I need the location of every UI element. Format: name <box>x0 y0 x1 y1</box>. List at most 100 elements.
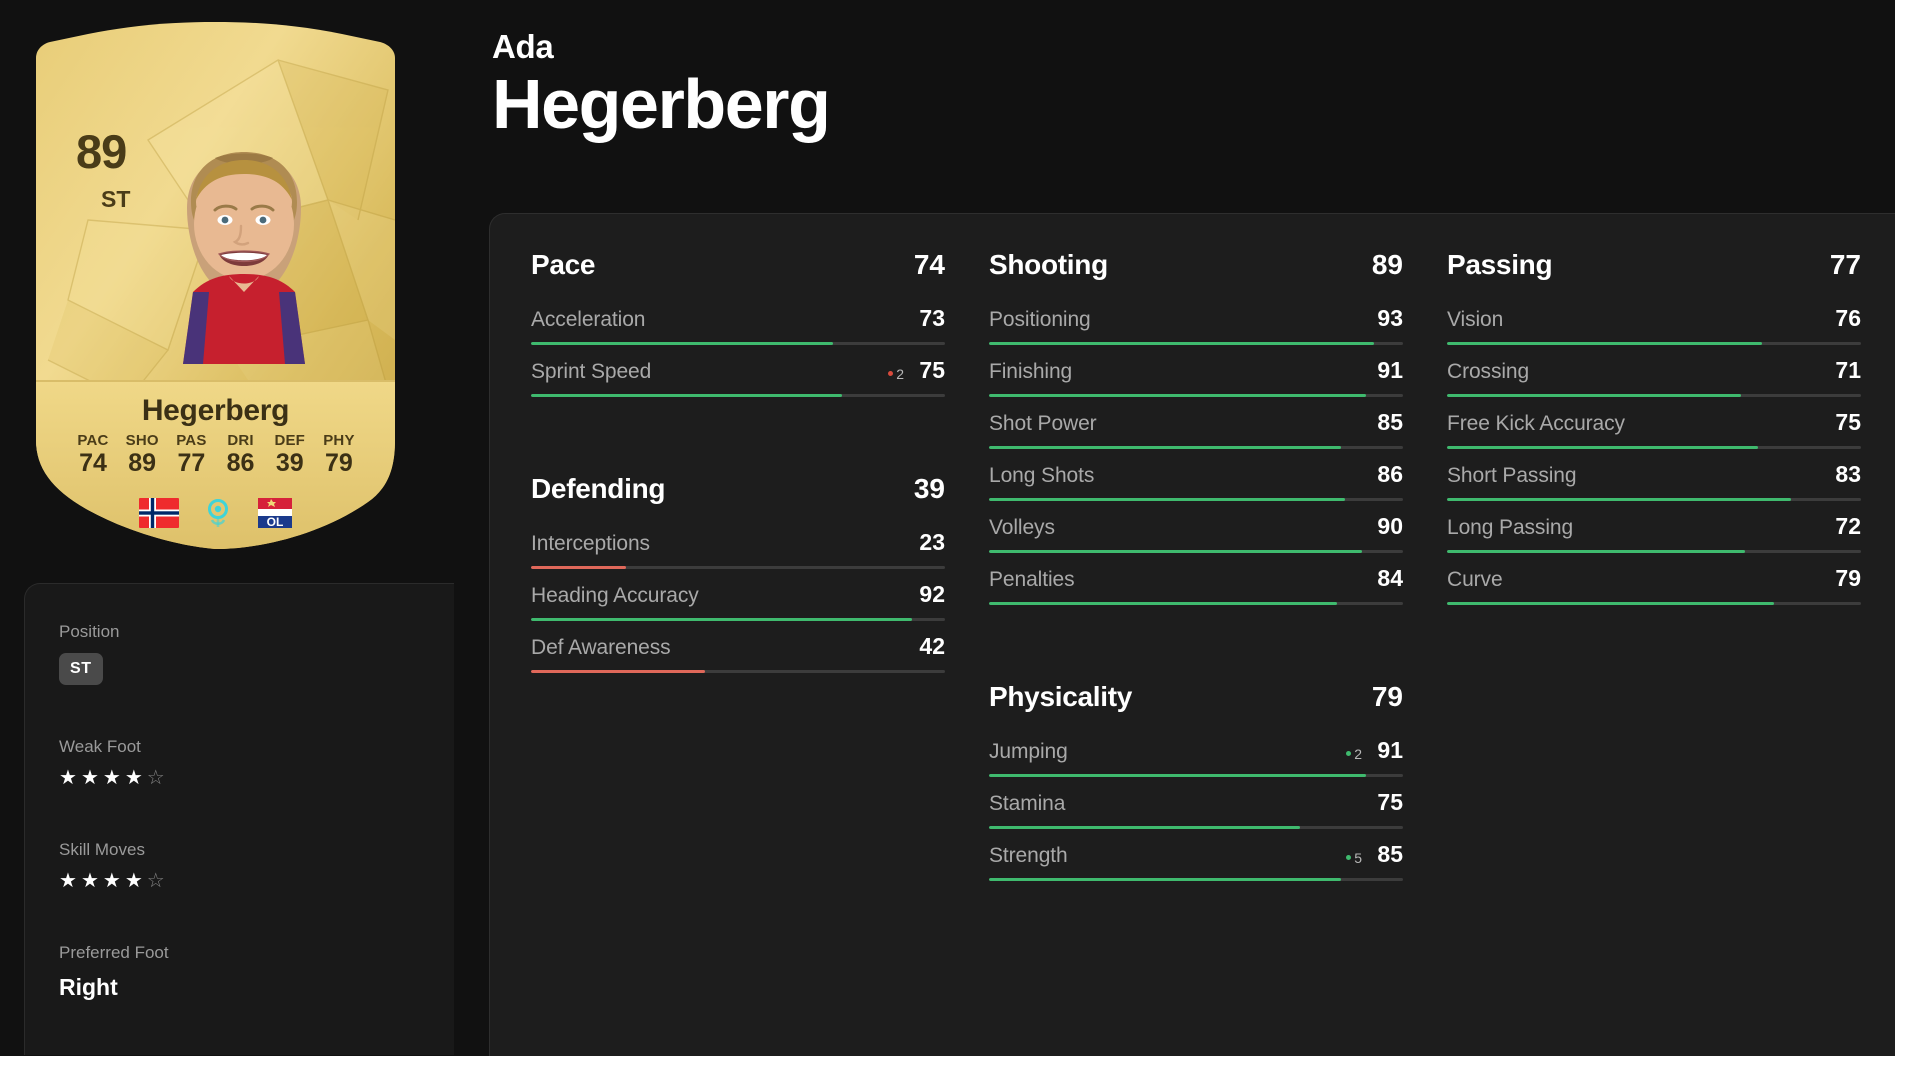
star-filled-icon: ★ <box>102 767 121 789</box>
stat-bar-track <box>531 618 945 621</box>
stat-line: Def Awareness 42 <box>531 633 945 660</box>
position-chip[interactable]: ST <box>59 653 103 685</box>
stat-row: Shot Power 85 <box>989 409 1403 449</box>
stat-value: 76 <box>1835 305 1861 331</box>
stat-line: Long Passing 72 <box>1447 513 1861 540</box>
star-filled-icon: ★ <box>80 767 99 789</box>
delta-dot-icon <box>1346 855 1352 860</box>
stat-value-group: 42 <box>911 633 945 660</box>
stat-value-group: 75 <box>1827 409 1861 436</box>
player-last-name: Hegerberg <box>492 65 831 143</box>
weak-foot-label: Weak Foot <box>59 737 141 756</box>
stat-row: Heading Accuracy 92 <box>531 581 945 621</box>
stat-group-name: Physicality <box>989 681 1133 712</box>
star-filled-icon: ★ <box>124 870 143 892</box>
stat-row: Jumping 2 91 <box>989 737 1403 777</box>
stat-value: 85 <box>1377 409 1403 435</box>
stat-value-group: 72 <box>1827 513 1861 540</box>
stat-value-group: 91 <box>1369 357 1403 384</box>
stat-group-passing: Passing 77 Vision 76 Crossing 71 Free Kick Acc… <box>1447 249 1861 605</box>
stat-value-group: 93 <box>1369 305 1403 332</box>
stat-line: Strength 5 85 <box>989 841 1403 868</box>
stat-row: Strength 5 85 <box>989 841 1403 881</box>
stat-bar-track <box>989 774 1403 777</box>
stat-bar-fill <box>531 618 912 621</box>
stat-group-total: 79 <box>1371 681 1403 712</box>
card-stat-pac: PAC 74 <box>70 432 116 478</box>
stat-row: Acceleration 73 <box>531 305 945 345</box>
stat-bar-track <box>1447 550 1861 553</box>
stat-name: Penalties <box>989 568 1075 591</box>
stat-bar-fill <box>989 550 1362 553</box>
stat-row: Def Awareness 42 <box>531 633 945 673</box>
star-filled-icon: ★ <box>80 870 99 892</box>
skill-moves-block: Skill Moves ★ ★ ★ ★ ☆ <box>59 840 454 891</box>
stat-group-shooting: Shooting 89 Positioning 93 Finishing 91 Shot P… <box>989 249 1403 605</box>
stat-bar-fill <box>1447 498 1791 501</box>
stat-bar-track <box>989 342 1403 345</box>
stat-line: Finishing 91 <box>989 357 1403 384</box>
position-label: Position <box>59 622 120 641</box>
stat-row: Long Shots 86 <box>989 461 1403 501</box>
card-stat-label: SHO <box>125 432 159 449</box>
norway-flag-icon <box>138 498 179 528</box>
stat-group-total: 77 <box>1829 249 1861 280</box>
card-stat-value: 86 <box>226 449 255 478</box>
league-logo-icon <box>201 496 235 530</box>
stat-row: Positioning 93 <box>989 305 1403 345</box>
stat-group-name: Defending <box>531 473 666 504</box>
stat-line: Interceptions 23 <box>531 529 945 556</box>
stat-name: Shot Power <box>989 412 1097 435</box>
ol-club-badge-icon: OL <box>257 496 293 530</box>
star-empty-icon: ☆ <box>146 767 165 789</box>
stat-value: 83 <box>1835 461 1861 487</box>
preferred-foot-block: Preferred Foot Right <box>59 943 454 1001</box>
stat-name: Strength <box>989 844 1068 867</box>
stat-value: 90 <box>1377 513 1403 539</box>
svg-text:OL: OL <box>266 515 283 529</box>
stat-line: Stamina 75 <box>989 789 1403 816</box>
stat-name: Vision <box>1447 308 1504 331</box>
card-stat-value: 79 <box>325 449 353 478</box>
player-attributes-panel: Position ST Weak Foot ★ ★ ★ ★ ☆ Skill Moves … <box>24 583 454 1055</box>
stat-value: 72 <box>1835 513 1861 539</box>
stat-bar-track <box>989 602 1403 605</box>
stat-group-physicality: Physicality 79 Jumping 2 91 Stamina 75 Strength… <box>989 681 1403 881</box>
stat-value-group: 90 <box>1369 513 1403 540</box>
stat-value-group: 84 <box>1369 565 1403 592</box>
player-detail-page: 89 ST Hegerberg PAC 74 SHO 89 PAS 77 DRI 86 DEF 3… <box>0 0 1895 1056</box>
skill-moves-stars: ★ ★ ★ ★ ☆ <box>59 871 454 891</box>
stats-column-2: Shooting 89 Positioning 93 Finishing 91 Shot P… <box>989 249 1403 893</box>
stat-row: Volleys 90 <box>989 513 1403 553</box>
stat-value: 23 <box>919 529 945 555</box>
stat-line: Jumping 2 91 <box>989 737 1403 764</box>
stat-value-group: 2 75 <box>888 357 945 384</box>
stat-bar-fill <box>989 498 1346 501</box>
stat-bar-fill <box>531 394 842 397</box>
stat-bar-fill <box>1447 446 1758 449</box>
player-stats-panel: Pace 74 Acceleration 73 Sprint Speed 2 75 Defen… <box>489 213 1895 1056</box>
stat-value-group: 75 <box>1369 789 1403 816</box>
stat-line: Positioning 93 <box>989 305 1403 332</box>
player-card[interactable]: 89 ST Hegerberg PAC 74 SHO 89 PAS 77 DRI 86 DEF 3… <box>28 20 403 550</box>
stat-name: Positioning <box>989 308 1091 331</box>
stat-delta-down: 2 <box>888 367 904 381</box>
card-stat-value: 77 <box>177 449 206 478</box>
stat-value: 75 <box>1835 409 1861 435</box>
stat-name: Acceleration <box>531 308 646 331</box>
stat-name: Interceptions <box>531 532 650 555</box>
stat-value-group: 23 <box>911 529 945 556</box>
stat-group-total: 39 <box>913 473 945 504</box>
stat-line: Penalties 84 <box>989 565 1403 592</box>
stat-bar-track <box>1447 446 1861 449</box>
stats-grid: Pace 74 Acceleration 73 Sprint Speed 2 75 Defen… <box>531 249 1895 893</box>
stat-bar-track <box>1447 498 1861 501</box>
stat-group-header: Defending 39 <box>531 473 945 505</box>
stats-column-1: Pace 74 Acceleration 73 Sprint Speed 2 75 Defen… <box>531 249 945 893</box>
card-stat-pas: PAS 77 <box>168 432 214 478</box>
stat-bar-fill <box>531 566 627 569</box>
stat-group-header: Physicality 79 <box>989 681 1403 713</box>
stat-value: 79 <box>1835 565 1861 591</box>
stat-bar-fill <box>531 670 705 673</box>
